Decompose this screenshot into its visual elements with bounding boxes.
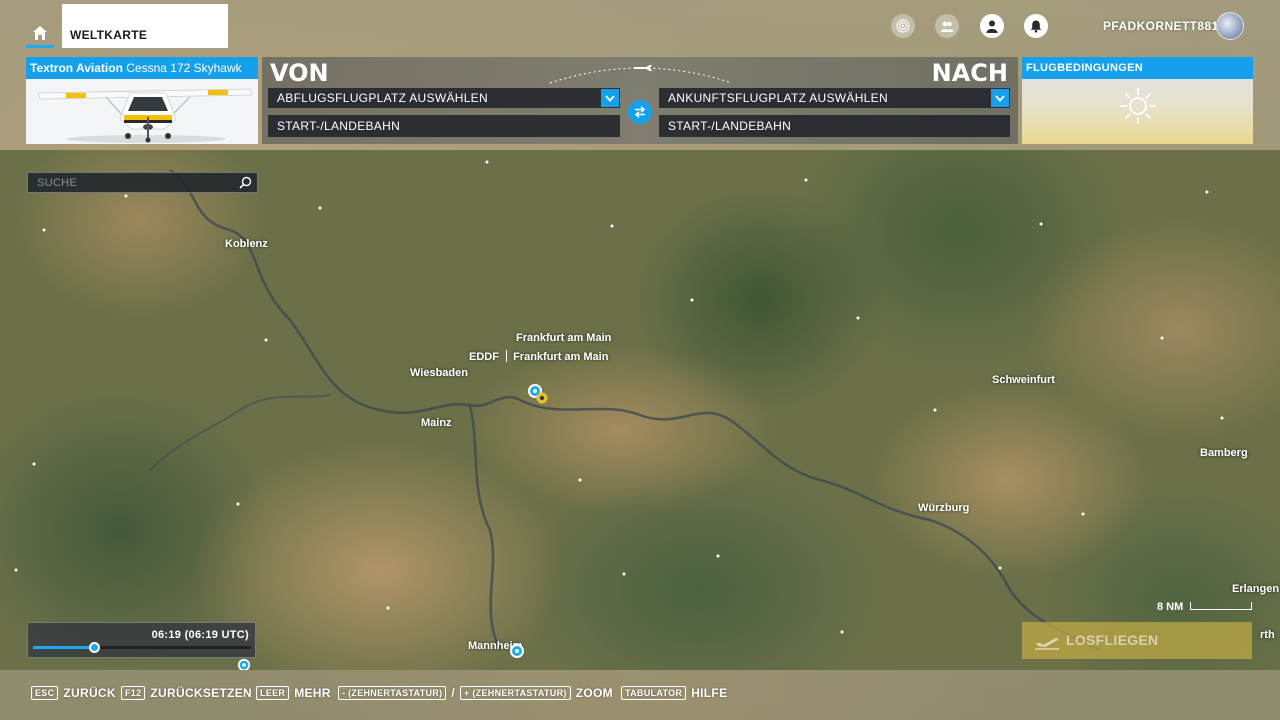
departure-select-label: ABFLUGSFLUGPLATZ AUSWÄHLEN [277, 91, 488, 105]
route-panel: VON NACH ABFLUGSFLUGPLATZ AUSWÄHLEN STAR… [262, 57, 1018, 144]
notifications-button[interactable] [1024, 14, 1048, 38]
from-label: VON [270, 59, 329, 87]
departure-select[interactable]: ABFLUGSFLUGPLATZ AUSWÄHLEN [268, 88, 620, 108]
aircraft-brand: Textron Aviation [30, 61, 123, 75]
fly-button-label: LOSFLIEGEN [1066, 632, 1159, 648]
aircraft-model: Cessna 172 Skyhawk [126, 61, 242, 75]
world-map[interactable]: SUCHE Koblenz Frankfurt am Main EDDF Fra… [0, 150, 1280, 670]
city-label-partial[interactable]: rth [1260, 629, 1275, 641]
back-label: ZURÜCK [63, 686, 116, 700]
city-label-erlangen[interactable]: Erlangen [1232, 583, 1279, 595]
key-numpad-plus: + (ZEHNERTASTATUR) [460, 686, 571, 700]
city-label-mainz[interactable]: Mainz [421, 417, 452, 429]
home-icon [33, 25, 47, 40]
departure-runway-select[interactable]: START-/LANDEBAHN [268, 115, 620, 137]
airport-label-eddf[interactable]: EDDF Frankfurt am Main [469, 350, 608, 363]
username-label: PFADKORNETT881 [1103, 19, 1219, 33]
search-placeholder: SUCHE [37, 177, 78, 189]
city-label-bamberg[interactable]: Bamberg [1200, 447, 1248, 459]
arrival-runway-select[interactable]: START-/LANDEBAHN [659, 115, 1010, 137]
search-input[interactable]: SUCHE [27, 172, 258, 193]
city-label-wuerzburg[interactable]: Würzburg [918, 502, 969, 514]
bell-icon [1030, 20, 1042, 33]
aircraft-title: Textron Aviation Cessna 172 Skyhawk [26, 57, 258, 79]
friends-icon [941, 21, 954, 32]
search-icon [239, 176, 252, 189]
key-numpad-minus: - (ZEHNERTASTATUR) [338, 686, 447, 700]
avatar[interactable] [1216, 12, 1244, 40]
activity-button[interactable] [891, 14, 915, 38]
bottom-hint-bar: ESC ZURÜCK F12 ZURÜCKSETZEN LEER MEHR - … [0, 670, 1280, 720]
plane-takeoff-icon [1035, 638, 1059, 650]
airport-code: EDDF [469, 351, 499, 363]
fly-button[interactable]: LOSFLIEGEN [1022, 622, 1252, 659]
time-slider-handle[interactable] [89, 642, 101, 653]
city-label-koblenz[interactable]: Koblenz [225, 238, 268, 250]
key-esc: ESC [31, 686, 59, 700]
back-hint[interactable]: ESC ZURÜCK [31, 686, 116, 700]
city-label-schweinfurt[interactable]: Schweinfurt [992, 374, 1055, 386]
swap-airports-button[interactable] [628, 100, 652, 124]
time-of-day-panel: 06:19 (06:19 UTC) [27, 622, 256, 658]
home-button[interactable] [26, 20, 54, 48]
target-icon [896, 19, 910, 33]
arrival-select-label: ANKUNFTSFLUGPLATZ AUSWÄHLEN [668, 91, 888, 105]
zoom-hint[interactable]: - (ZEHNERTASTATUR) / + (ZEHNERTASTATUR) … [338, 686, 613, 700]
aircraft-panel[interactable]: Textron Aviation Cessna 172 Skyhawk [26, 57, 258, 144]
to-label: NACH [931, 59, 1008, 87]
airport-marker-icon[interactable] [509, 643, 525, 659]
map-scale-label: 8 NM [1157, 601, 1184, 613]
chevron-down-icon [991, 89, 1009, 107]
key-tab: TABULATOR [621, 686, 687, 700]
key-f12: F12 [121, 686, 146, 700]
key-space: LEER [256, 686, 290, 700]
map-poi-dots [14, 160, 1224, 634]
airport-name: Frankfurt am Main [513, 351, 609, 363]
time-slider[interactable] [33, 642, 251, 653]
top-bar: WELTKARTE PFADKORNETT881 [0, 0, 1280, 52]
swap-arrows-icon [634, 106, 646, 118]
time-display: 06:19 (06:19 UTC) [151, 629, 249, 641]
profile-icon [986, 20, 998, 33]
flight-conditions-title: FLUGBEDINGUNGEN [1022, 57, 1253, 79]
airport-marker-icon[interactable] [237, 658, 251, 670]
zoom-label: ZOOM [575, 686, 613, 700]
reset-hint[interactable]: F12 ZURÜCKSETZEN [121, 686, 252, 700]
time-slider-fill [33, 646, 95, 649]
friends-button[interactable] [935, 14, 959, 38]
city-label-frankfurt[interactable]: Frankfurt am Main [516, 332, 611, 344]
profile-button[interactable] [980, 14, 1004, 38]
aircraft-image [26, 79, 258, 144]
reset-label: ZURÜCKSETZEN [150, 686, 253, 700]
more-hint[interactable]: LEER MEHR [256, 686, 331, 700]
flight-conditions-panel[interactable]: FLUGBEDINGUNGEN [1022, 57, 1253, 144]
airport-services-icon [536, 392, 548, 404]
more-label: MEHR [294, 686, 331, 700]
help-label: HILFE [691, 686, 728, 700]
map-scale-bar [1190, 602, 1252, 610]
chevron-down-icon [601, 89, 619, 107]
arrival-select[interactable]: ANKUNFTSFLUGPLATZ AUSWÄHLEN [659, 88, 1010, 108]
tab-world-map[interactable]: WELTKARTE [62, 4, 228, 48]
zoom-separator: / [451, 686, 456, 700]
sun-icon [1120, 88, 1156, 124]
city-label-wiesbaden[interactable]: Wiesbaden [410, 367, 468, 379]
flight-arc-icon [549, 65, 733, 84]
help-hint[interactable]: TABULATOR HILFE [621, 686, 727, 700]
